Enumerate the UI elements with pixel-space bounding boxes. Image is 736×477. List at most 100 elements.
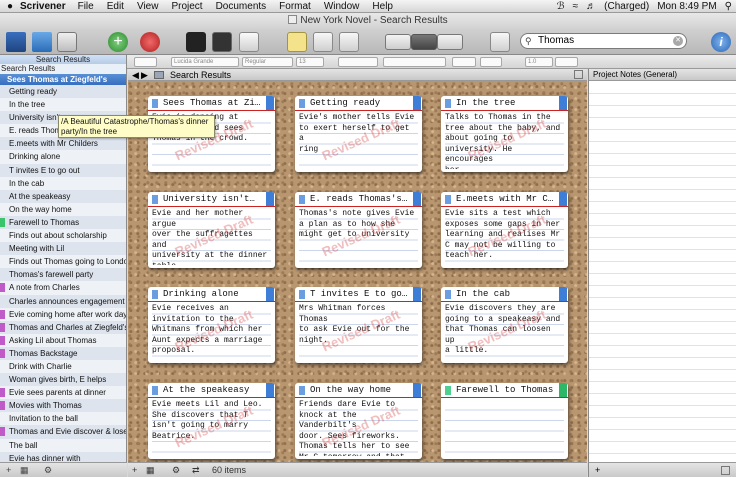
index-card[interactable]: University isn't… Evie and her mother arg… — [148, 192, 275, 268]
card-synopsis[interactable]: Thomas's note gives Evie a plan as to ho… — [299, 209, 418, 265]
menu-format[interactable]: Format — [279, 1, 311, 12]
binder-item[interactable]: In the tree — [0, 98, 126, 112]
bluetooth-icon[interactable]: ℬ — [557, 1, 565, 12]
binder-item[interactable]: Farewell to Thomas — [0, 216, 126, 229]
volume-icon[interactable]: ♬ — [586, 1, 596, 12]
alignment-buttons[interactable] — [383, 57, 446, 67]
binder-item[interactable]: Drink with Charlie — [0, 359, 126, 374]
binder-item[interactable]: Asking Lil about Thomas — [0, 333, 126, 347]
card-synopsis[interactable]: Evie's mother tells Evie to exert hersel… — [299, 113, 418, 169]
index-card[interactable]: On the way home Friends dare Evie to knoc… — [295, 383, 422, 459]
search-input[interactable]: Thomas — [538, 34, 574, 48]
card-title[interactable]: In the tree — [441, 96, 568, 111]
binder-item[interactable]: Woman gives birth, E helps — [0, 373, 126, 386]
binder-item[interactable]: Movies with Thomas — [0, 399, 126, 412]
binder-item[interactable]: T invites E to go out — [0, 164, 126, 177]
card-synopsis[interactable]: Mrs Whitman forces Thomas to ask Evie ou… — [299, 304, 418, 360]
binder-item[interactable]: A note from Charles — [0, 281, 126, 295]
card-title[interactable]: Drinking alone — [148, 287, 275, 302]
binder-item[interactable]: Getting ready — [0, 85, 126, 98]
trash-icon[interactable] — [140, 32, 160, 52]
inspector-edit-icon[interactable] — [239, 32, 259, 52]
add-card-icon[interactable]: + — [132, 463, 137, 477]
index-card[interactable]: In the tree Talks to Thomas in the tree a… — [441, 96, 568, 172]
binder-item[interactable]: Evie sees parents at dinner — [0, 386, 126, 400]
swap-icon[interactable]: ⇄ — [192, 463, 200, 477]
add-folder-icon[interactable]: ▦ — [20, 463, 29, 477]
nav-back-icon[interactable]: ◀ — [132, 69, 139, 81]
index-card[interactable]: E.meets with Mr C… Evie sits a test which… — [441, 192, 568, 268]
card-synopsis[interactable]: Evie meets Lil and Leo. She discovers th… — [152, 400, 271, 456]
battery-status[interactable]: (Charged) — [604, 1, 649, 12]
font-style-select[interactable]: Regular — [242, 57, 293, 67]
card-title[interactable]: Farewell to Thomas — [441, 383, 568, 398]
inspector-icon[interactable]: i — [711, 32, 731, 52]
binder-item[interactable]: Finds out Thomas going to London — [0, 255, 126, 269]
folder-icon[interactable] — [32, 32, 52, 52]
card-synopsis[interactable]: Evie receives an invitation to the Whitm… — [152, 304, 271, 360]
quickref-icon[interactable] — [490, 32, 510, 52]
card-title[interactable]: Getting ready — [295, 96, 422, 111]
binder-item[interactable]: In the cab — [0, 176, 126, 190]
search-field[interactable]: ⚲ Thomas ✕ — [520, 33, 687, 49]
binder-item[interactable]: Thomas Backstage — [0, 347, 126, 360]
binder-item[interactable]: The ball — [0, 438, 126, 452]
view-mode-outliner-icon[interactable] — [437, 34, 463, 50]
font-family-select[interactable]: Lucida Grande — [171, 57, 239, 67]
card-title[interactable]: T invites E to go… — [295, 287, 422, 302]
card-title[interactable]: On the way home — [295, 383, 422, 398]
paragraph-style-select[interactable] — [134, 57, 157, 67]
index-card[interactable]: At the speakeasy Evie meets Lil and Leo. … — [148, 383, 275, 459]
card-synopsis[interactable]: Evie and her mother argue over the suffr… — [152, 209, 271, 265]
add-icon[interactable]: + — [108, 32, 128, 52]
binder-toggle-icon[interactable] — [6, 32, 26, 52]
menu-file[interactable]: File — [78, 1, 94, 12]
card-title[interactable]: In the cab — [441, 287, 568, 302]
binder-item[interactable]: Thomas and Evie discover & lose — [0, 425, 126, 438]
index-card[interactable]: E. reads Thomas's… Thomas's note gives Ev… — [295, 192, 422, 268]
index-card[interactable]: Drinking alone Evie receives an invitatio… — [148, 287, 275, 363]
notes-add-icon[interactable]: + — [595, 465, 600, 475]
index-card[interactable]: T invites E to go… Mrs Whitman forces Tho… — [295, 287, 422, 363]
binder-item[interactable]: Thomas and Charles at Ziegfeld's — [0, 321, 126, 334]
card-title[interactable]: E.meets with Mr C… — [441, 192, 568, 207]
layout-icon[interactable] — [313, 32, 333, 52]
card-synopsis[interactable]: Talks to Thomas in the tree about the ba… — [445, 113, 564, 169]
app-menu[interactable]: Scrivener — [20, 1, 66, 12]
binder-settings-icon[interactable]: ⚙ — [44, 463, 52, 477]
binder-item[interactable]: Evie coming home after work day — [0, 307, 126, 321]
binder-item[interactable]: Drinking alone — [0, 150, 126, 164]
binder-item[interactable]: Evie has dinner with — [0, 452, 126, 462]
menu-window[interactable]: Window — [324, 1, 360, 12]
snapshot-icon[interactable] — [287, 32, 307, 52]
lock-icon[interactable] — [339, 32, 359, 52]
notes-view-icon[interactable] — [721, 466, 730, 475]
menu-help[interactable]: Help — [372, 1, 393, 12]
index-card[interactable]: In the cab Evie discovers they are going … — [441, 287, 568, 363]
binder-item-selected[interactable]: Sees Thomas at Ziegfeld's — [0, 74, 126, 85]
collections-icon[interactable] — [57, 32, 77, 52]
card-synopsis[interactable]: Evie discovers they are going to a speak… — [445, 304, 564, 360]
split-editor-icon[interactable] — [574, 70, 583, 79]
card-synopsis[interactable] — [445, 400, 564, 456]
clock[interactable]: Mon 8:49 PM — [657, 1, 716, 12]
binder-item[interactable]: Invitation to the ball — [0, 412, 126, 426]
menu-project[interactable]: Project — [171, 1, 202, 12]
project-notes-header[interactable]: Project Notes (General) — [589, 69, 736, 81]
keywords-icon[interactable] — [212, 32, 232, 52]
highlight-button[interactable] — [480, 57, 502, 67]
line-spacing-select[interactable]: 1.0 — [525, 57, 553, 67]
binder-item[interactable]: E.meets with Mr Childers — [0, 137, 126, 150]
binder-item[interactable]: At the speakeasy — [0, 190, 126, 203]
view-mode-corkboard-icon[interactable] — [411, 34, 437, 50]
card-title[interactable]: At the speakeasy — [148, 383, 275, 398]
view-mode-scrivenings-icon[interactable] — [385, 34, 411, 50]
menu-view[interactable]: View — [137, 1, 159, 12]
composition-mode-icon[interactable] — [186, 32, 206, 52]
text-color-button[interactable] — [452, 57, 476, 67]
add-card-menu-icon[interactable]: ▦ — [146, 463, 155, 477]
nav-forward-icon[interactable]: ▶ — [141, 69, 148, 81]
spotlight-icon[interactable]: ⚲ — [725, 1, 732, 12]
list-style-select[interactable] — [555, 57, 578, 67]
font-size-select[interactable]: 13 — [296, 57, 324, 67]
